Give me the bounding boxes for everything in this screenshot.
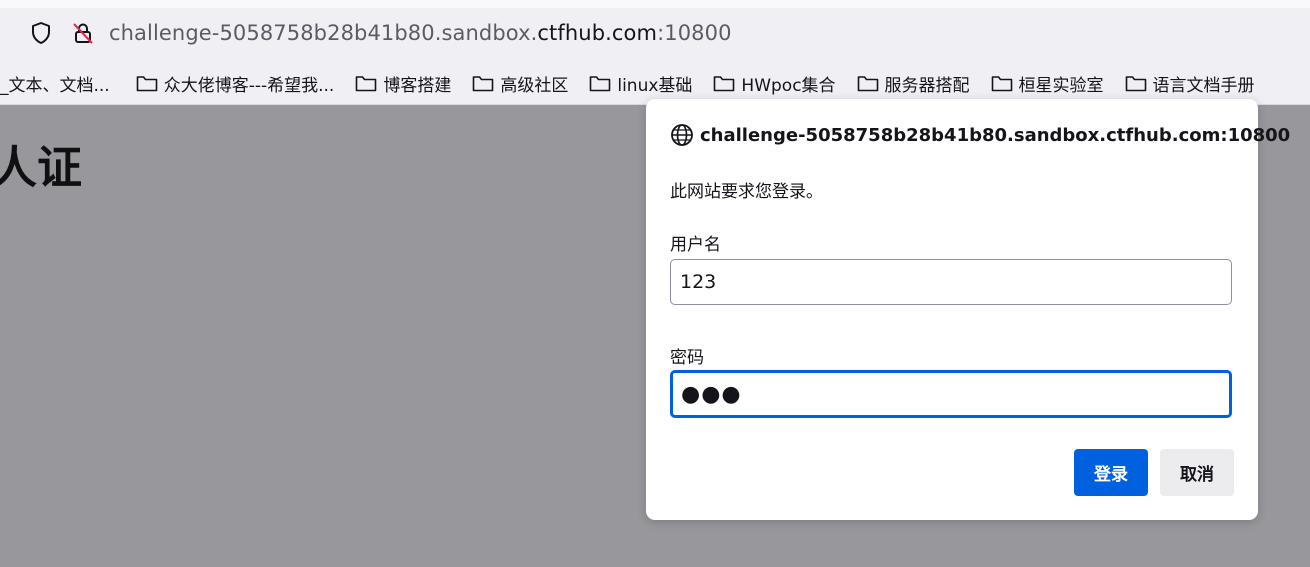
bookmark-label: _文本、文档...: [0, 75, 110, 96]
page-heading: 人证: [0, 141, 83, 194]
insecure-lock-icon[interactable]: [71, 21, 95, 45]
folder-icon: [857, 76, 878, 92]
bookmark-folder[interactable]: 语言文档手册: [1125, 71, 1255, 96]
bookmark-folder[interactable]: 高级社区: [472, 71, 568, 96]
bookmark-label: 语言文档手册: [1152, 75, 1255, 96]
auth-dialog: challenge-5058758b28b41b80.sandbox.ctfhu…: [646, 99, 1290, 520]
password-value: ●●●: [681, 381, 742, 407]
folder-icon: [590, 76, 611, 92]
bookmark-item[interactable]: _文本、文档...: [0, 71, 110, 96]
username-field[interactable]: 123: [670, 259, 1232, 305]
bookmark-folder[interactable]: HWpoc集合: [713, 71, 836, 96]
bookmark-folder[interactable]: 桓星实验室: [991, 71, 1104, 96]
globe-icon: [671, 124, 693, 146]
folder-icon: [714, 76, 735, 92]
address-bar[interactable]: challenge-5058758b28b41b80.sandbox.ctfhu…: [18, 10, 1310, 56]
bookmark-folder[interactable]: 众大佬博客---希望我...: [136, 71, 335, 96]
folder-icon: [991, 76, 1012, 92]
bookmark-folder[interactable]: 博客搭建: [355, 71, 451, 96]
password-field[interactable]: ●●●: [670, 370, 1232, 418]
cancel-button[interactable]: 取消: [1160, 449, 1234, 496]
folder-icon: [136, 76, 158, 92]
bookmark-label: linux基础: [617, 75, 693, 96]
dialog-header: challenge-5058758b28b41b80.sandbox.ctfhu…: [670, 123, 1290, 147]
url-port: :10800: [657, 21, 732, 45]
folder-icon: [1125, 76, 1146, 92]
bookmark-label: HWpoc集合: [741, 75, 836, 96]
url-domain: ctfhub.com: [537, 21, 658, 45]
bookmark-label: 桓星实验室: [1018, 75, 1104, 96]
username-value: 123: [680, 271, 717, 293]
url-text[interactable]: challenge-5058758b28b41b80.sandbox.ctfhu…: [109, 21, 732, 45]
shield-icon[interactable]: [29, 21, 53, 45]
bookmark-label: 博客搭建: [383, 75, 452, 96]
folder-icon: [356, 76, 377, 92]
bookmark-label: 高级社区: [500, 75, 569, 96]
bookmark-folder[interactable]: linux基础: [589, 71, 692, 96]
dialog-message: 此网站要求您登录。: [670, 182, 823, 202]
login-button[interactable]: 登录: [1074, 449, 1148, 496]
url-prefix: challenge-5058758b28b41b80.sandbox.: [109, 21, 538, 45]
browser-top-strip: [0, 0, 1310, 8]
bookmark-folder[interactable]: 服务器搭配: [857, 71, 970, 96]
username-label: 用户名: [670, 235, 721, 255]
bookmark-label: 服务器搭配: [884, 75, 970, 96]
bookmark-label: 众大佬博客---希望我...: [163, 75, 335, 96]
folder-icon: [473, 76, 494, 92]
dialog-origin: challenge-5058758b28b41b80.sandbox.ctfhu…: [700, 124, 1291, 146]
password-label: 密码: [670, 348, 704, 368]
